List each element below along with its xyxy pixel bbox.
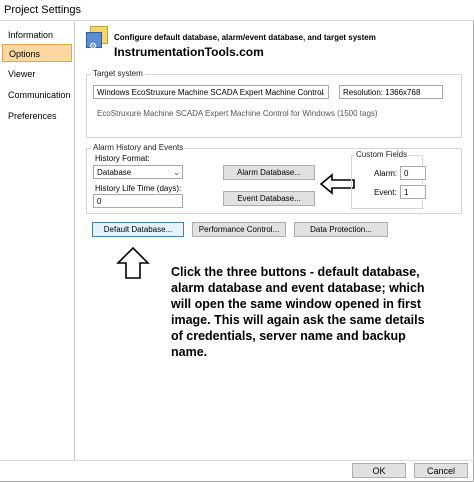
alarm-database-button[interactable]: Alarm Database... (223, 165, 315, 180)
history-format-select[interactable]: Database ⌄ (93, 165, 183, 179)
history-life-label: History Life Time (days): (95, 184, 182, 193)
window-title: Project Settings (4, 4, 82, 16)
data-protection-button[interactable]: Data Protection... (294, 222, 388, 237)
sidebar: Information Options Viewer Communication… (0, 22, 75, 460)
annotation-text: Click the three buttons - default databa… (171, 265, 425, 359)
options-header: Configure default database, alarm/event … (114, 33, 376, 42)
footer-divider (0, 460, 474, 461)
custom-event-label: Event: (374, 188, 397, 197)
target-system-group: Target system Windows EcoStruxure Machin… (86, 69, 462, 138)
resolution-field: Resolution: 1366x768 (339, 85, 443, 99)
custom-fields-title: Custom Fields (354, 150, 410, 159)
target-system-title: Target system (91, 69, 145, 78)
history-life-input[interactable]: 0 (93, 194, 183, 208)
custom-fields-group: Custom Fields Alarm: 0 Event: 1 (351, 150, 426, 209)
options-panel: ⚙ Configure default database, alarm/even… (82, 22, 466, 458)
custom-event-input[interactable]: 1 (400, 185, 426, 199)
custom-alarm-label: Alarm: (374, 169, 398, 178)
cancel-button[interactable]: Cancel (414, 463, 468, 478)
event-database-button[interactable]: Event Database... (223, 191, 315, 206)
history-format-label: History Format: (95, 154, 150, 163)
up-arrow-icon (116, 246, 150, 279)
custom-alarm-input[interactable]: 0 (400, 166, 426, 180)
sidebar-item-options[interactable]: Options (2, 44, 72, 62)
default-database-button[interactable]: Default Database... (92, 222, 184, 237)
sidebar-item-information[interactable]: Information (2, 26, 72, 44)
target-system-select[interactable]: Windows EcoStruxure Machine SCADA Expert… (93, 85, 329, 99)
title-bar: Project Settings (0, 0, 474, 21)
project-settings-window: Project Settings Information Options Vie… (0, 0, 474, 482)
brand-watermark: InstrumentationTools.com (114, 45, 264, 59)
target-system-description: EcoStruxure Machine SCADA Expert Machine… (97, 109, 378, 118)
alarm-history-group: Alarm History and Events History Format:… (86, 143, 462, 214)
sidebar-item-viewer[interactable]: Viewer (2, 65, 72, 83)
database-settings-icon: ⚙ (86, 26, 108, 51)
chevron-down-icon: ⌄ (173, 168, 180, 177)
sidebar-item-preferences[interactable]: Preferences (2, 107, 72, 125)
sidebar-item-communication[interactable]: Communication (2, 86, 72, 104)
performance-control-button[interactable]: Performance Control... (192, 222, 286, 237)
ok-button[interactable]: OK (352, 463, 406, 478)
chevron-down-icon: ⌄ (319, 88, 326, 97)
alarm-history-title: Alarm History and Events (91, 143, 186, 152)
